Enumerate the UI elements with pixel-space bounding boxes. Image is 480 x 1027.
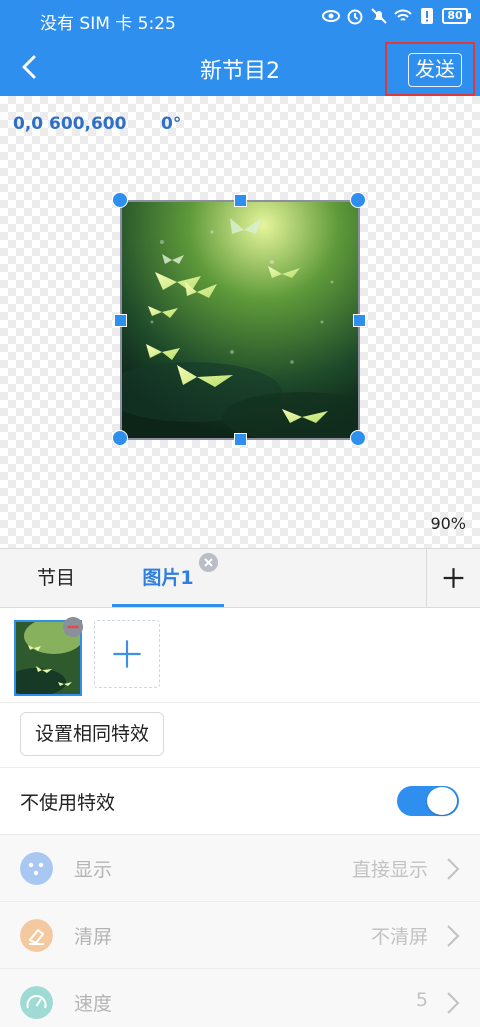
zoom-level: 90% [430, 514, 466, 533]
display-icon [20, 852, 53, 885]
clear-screen-icon [20, 919, 53, 952]
setting-clear-screen-value: 不清屏 [370, 926, 428, 948]
resize-handle-bottom[interactable] [234, 433, 247, 446]
send-button[interactable]: 发送 [408, 53, 462, 87]
resize-handle-top-left[interactable] [112, 192, 128, 208]
close-tab-icon[interactable] [199, 553, 218, 572]
resize-handle-left[interactable] [114, 314, 127, 327]
resize-handle-top[interactable] [234, 194, 247, 207]
butterfly-image [122, 202, 358, 438]
setting-speed[interactable]: 速度 5 [0, 969, 480, 1027]
add-tab-icon[interactable] [426, 549, 480, 607]
chevron-right-icon [447, 925, 460, 947]
set-same-effect-button[interactable]: 设置相同特效 [20, 712, 164, 756]
remove-picture-icon[interactable] [63, 617, 83, 637]
divider [0, 702, 480, 703]
resize-handle-bottom-right[interactable] [350, 430, 366, 446]
no-effect-label: 不使用特效 [20, 792, 116, 814]
carrier-time: 没有 SIM 卡 5:25 [40, 14, 176, 34]
resize-handle-bottom-left[interactable] [112, 430, 128, 446]
add-picture-button[interactable] [94, 620, 160, 688]
app-bar: 新节目2 发送 [0, 38, 480, 96]
setting-display-label: 显示 [74, 859, 113, 881]
chevron-right-icon [447, 992, 460, 1014]
coords-readout: 0,0 600,600 [13, 114, 127, 134]
no-effect-toggle[interactable] [397, 786, 459, 816]
status-bar: 没有 SIM 卡 5:25 80 [0, 0, 480, 38]
send-highlight: 发送 [385, 42, 475, 96]
setting-speed-value: 5 [415, 989, 428, 1011]
canvas-area[interactable]: 0,0 600,600 0° 90% [0, 96, 480, 548]
properties-panel: 设置相同特效 不使用特效 显示 直接显示 清屏 不清屏 速度 5 [0, 608, 480, 1027]
no-effect-row: 不使用特效 [0, 768, 480, 834]
toggle-knob [427, 787, 457, 815]
setting-clear-screen-label: 清屏 [74, 926, 113, 948]
wifi-icon [394, 9, 412, 21]
tab-program[interactable]: 节目 [0, 549, 112, 607]
chevron-right-icon [447, 858, 460, 880]
setting-clear-screen[interactable]: 清屏 不清屏 [0, 902, 480, 968]
status-icons: 80 [322, 7, 471, 25]
battery-icon: 80 [442, 8, 471, 24]
alert-icon [421, 8, 433, 24]
tab-bar: 节目 图片1 [0, 548, 480, 608]
angle-readout: 0° [161, 114, 182, 134]
mute-icon [371, 8, 387, 24]
setting-speed-label: 速度 [74, 993, 113, 1015]
image-element[interactable] [112, 192, 366, 446]
eye-icon [322, 10, 340, 22]
speed-icon [20, 986, 53, 1019]
setting-display[interactable]: 显示 直接显示 [0, 835, 480, 901]
resize-handle-right[interactable] [353, 314, 366, 327]
resize-handle-top-right[interactable] [350, 192, 366, 208]
setting-display-value: 直接显示 [351, 859, 428, 881]
alarm-icon [347, 9, 363, 25]
